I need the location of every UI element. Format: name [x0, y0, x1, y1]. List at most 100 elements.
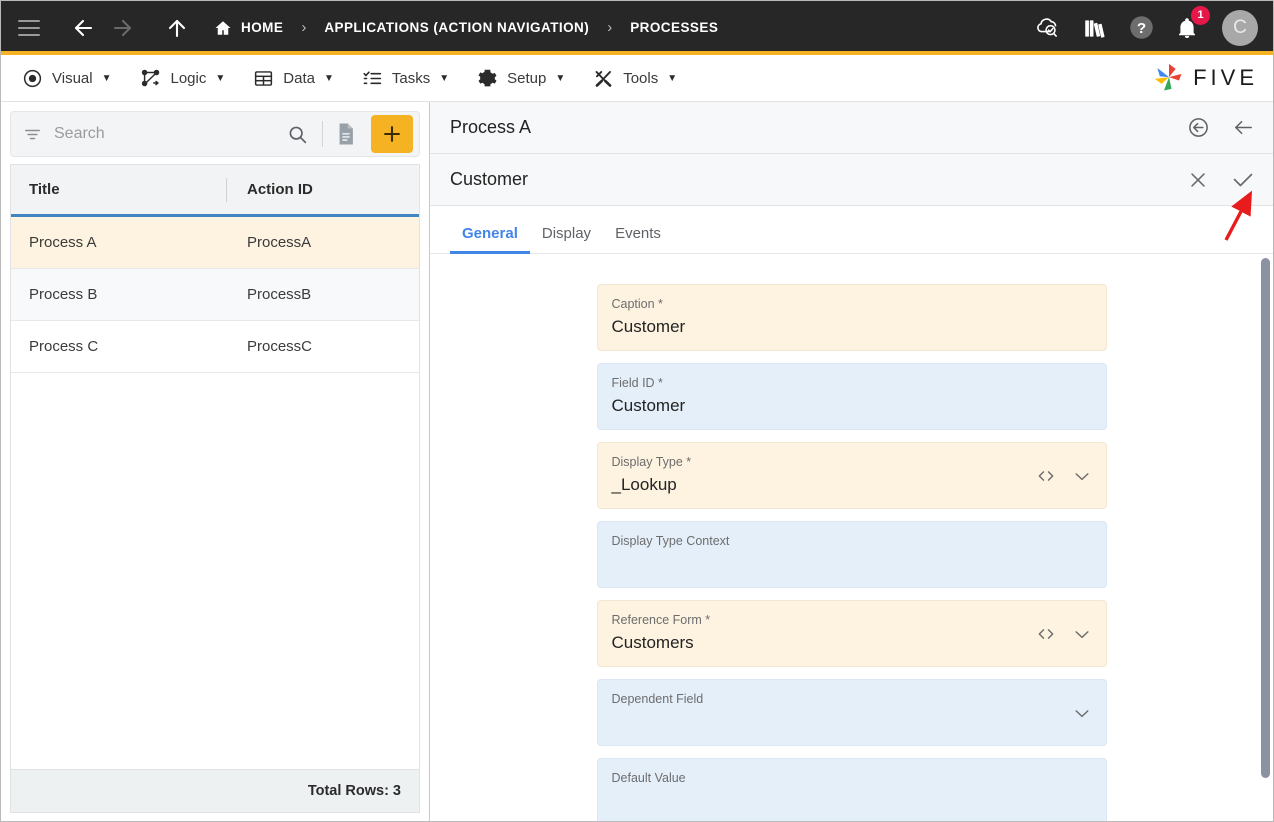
- nav-back-icon[interactable]: [66, 11, 100, 45]
- document-icon[interactable]: [327, 122, 365, 146]
- tab-label-events: Events: [615, 225, 661, 242]
- form-editor-panel: Process A Customer General Display Event…: [430, 102, 1274, 822]
- code-brackets-icon[interactable]: [1036, 466, 1056, 486]
- cell-action-id: ProcessA: [247, 234, 312, 251]
- chevron-down-icon[interactable]: [1072, 703, 1092, 723]
- search-icon[interactable]: [277, 124, 318, 145]
- notifications-bell-icon[interactable]: 1: [1172, 5, 1210, 43]
- field-icons: [1072, 703, 1092, 723]
- topbar-actions: ? 1 C: [1034, 5, 1260, 46]
- field-label-dependent-field: Dependent Field: [611, 692, 704, 707]
- field-reference-form[interactable]: Reference Form * Customers: [596, 600, 1107, 668]
- field-label-default-value: Default Value: [611, 770, 686, 785]
- eye-icon: [22, 68, 43, 89]
- menu-item-data[interactable]: Data ▼: [245, 55, 354, 101]
- chevron-down-icon: ▼: [215, 72, 226, 84]
- close-icon[interactable]: [1187, 169, 1209, 191]
- table-row[interactable]: Process B ProcessB: [11, 269, 419, 321]
- code-brackets-icon[interactable]: [1036, 624, 1056, 644]
- field-editor-title: Customer: [450, 169, 529, 189]
- menu-item-logic[interactable]: Logic ▼: [132, 55, 246, 101]
- filter-icon[interactable]: [23, 125, 42, 144]
- menu-item-tasks[interactable]: Tasks ▼: [354, 55, 469, 101]
- nav-forward-icon[interactable]: [106, 11, 140, 45]
- field-display-type[interactable]: Display Type * _Lookup: [596, 442, 1107, 510]
- gear-icon: [477, 68, 498, 89]
- avatar[interactable]: C: [1222, 9, 1258, 46]
- nav-up-icon[interactable]: [160, 11, 194, 45]
- menu-item-tools[interactable]: Tools ▼: [585, 55, 697, 101]
- tab-events[interactable]: Events: [603, 225, 673, 253]
- form-header-actions: [1187, 116, 1255, 139]
- cloud-check-icon[interactable]: [1034, 13, 1064, 43]
- cell-action-id: ProcessC: [247, 338, 313, 355]
- field-caption[interactable]: Caption * Customer: [596, 284, 1107, 352]
- main-content: Title Action ID Process A ProcessA Proce…: [0, 102, 1274, 822]
- menu-item-visual[interactable]: Visual ▼: [14, 55, 132, 101]
- undo-circle-icon[interactable]: [1187, 116, 1210, 139]
- chevron-down-icon: ▼: [439, 72, 450, 84]
- column-header-action-id[interactable]: Action ID: [227, 181, 313, 198]
- breadcrumb-separator: ›: [301, 19, 307, 36]
- panel-footer-space: [10, 813, 420, 822]
- field-value-caption: Customer: [611, 316, 686, 336]
- breadcrumb-separator-2: ›: [607, 19, 613, 36]
- field-value-display-type: _Lookup: [611, 474, 677, 494]
- confirm-check-icon[interactable]: [1231, 168, 1255, 192]
- tab-display[interactable]: Display: [530, 225, 603, 253]
- menu-label-visual: Visual: [52, 69, 93, 87]
- field-value-reference-form: Customers: [611, 632, 694, 652]
- total-rows-bar: Total Rows: 3: [10, 769, 420, 813]
- search-box: [10, 111, 420, 157]
- cell-title: Process B: [29, 286, 98, 303]
- breadcrumb-item-applications[interactable]: APPLICATIONS (ACTION NAVIGATION): [324, 20, 589, 35]
- field-label-display-type-context: Display Type Context: [611, 534, 730, 549]
- chevron-down-icon[interactable]: [1072, 624, 1092, 644]
- breadcrumb-item-home[interactable]: HOME: [214, 19, 283, 37]
- five-logo: FIVE: [1152, 63, 1258, 93]
- help-icon[interactable]: ?: [1126, 13, 1156, 43]
- table-body: Process A ProcessA Process B ProcessB Pr…: [11, 217, 419, 769]
- field-field-id[interactable]: Field ID * Customer: [596, 363, 1107, 431]
- tab-general[interactable]: General: [450, 225, 530, 254]
- cell-action-id: ProcessB: [247, 286, 312, 303]
- form-scrollbar-thumb[interactable]: [1261, 258, 1270, 778]
- column-header-title[interactable]: Title: [11, 181, 226, 198]
- back-arrow-icon[interactable]: [1232, 116, 1255, 139]
- books-icon[interactable]: [1080, 13, 1110, 43]
- table-row[interactable]: Process C ProcessC: [11, 321, 419, 373]
- field-label-field-id: Field ID *: [611, 376, 663, 391]
- field-value-field-id: Customer: [611, 395, 686, 415]
- breadcrumb-item-processes[interactable]: PROCESSES: [630, 20, 718, 35]
- menu-item-setup[interactable]: Setup ▼: [469, 55, 585, 101]
- add-new-button[interactable]: [371, 115, 413, 153]
- processes-list-panel: Title Action ID Process A ProcessA Proce…: [0, 102, 430, 822]
- home-icon: [214, 19, 232, 37]
- cell-title: Process A: [29, 234, 97, 251]
- field-dependent-field[interactable]: Dependent Field: [596, 679, 1107, 746]
- logic-nodes-icon: [140, 67, 162, 89]
- form-header: Process A: [430, 102, 1273, 154]
- menu-label-tools: Tools: [623, 69, 659, 87]
- field-editor-tabs: General Display Events: [430, 206, 1273, 254]
- chevron-down-icon: ▼: [555, 72, 566, 84]
- tab-label-general: General: [462, 225, 518, 242]
- tools-icon: [593, 68, 614, 89]
- chevron-down-icon: ▼: [101, 72, 112, 84]
- field-display-type-context[interactable]: Display Type Context: [596, 521, 1107, 589]
- search-toolbar: [1, 102, 429, 164]
- cell-title: Process C: [29, 338, 99, 355]
- table-row[interactable]: Process A ProcessA: [11, 217, 419, 269]
- tab-label-display: Display: [541, 225, 592, 242]
- field-value-dependent-field: [612, 709, 1092, 735]
- breadcrumb: HOME › APPLICATIONS (ACTION NAVIGATION) …: [214, 19, 718, 37]
- form-scroll-area: Caption * Customer Field ID * Customer D…: [430, 254, 1273, 822]
- toolbar-divider: [322, 121, 323, 147]
- search-input[interactable]: [54, 125, 277, 143]
- five-pinwheel-icon: [1154, 63, 1182, 91]
- chevron-down-icon[interactable]: [1072, 466, 1092, 486]
- total-rows-label: Total Rows: 3: [307, 783, 401, 799]
- field-default-value[interactable]: Default Value: [596, 757, 1107, 822]
- hamburger-menu-icon[interactable]: [18, 19, 40, 36]
- field-icons: [1036, 624, 1092, 644]
